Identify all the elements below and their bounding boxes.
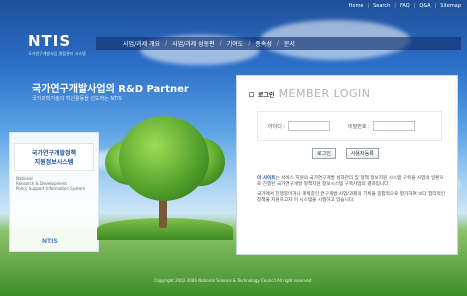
mini-logo: NTIS — [42, 238, 58, 245]
system-desc-line3: Policy Support Information System — [16, 186, 86, 191]
site-logo[interactable]: NTIS 국가연구개발사업 종합관리 시스템 — [28, 32, 94, 60]
copyright-footer: Copyright 2002-2006 National Science & T… — [154, 278, 313, 283]
tree-illustration — [97, 110, 233, 240]
logo-text: NTIS — [28, 32, 72, 50]
main-nav: 사업/과제 개요 / 사업/과제 성동편 / 기여도 / 종속성 / 문서 — [96, 37, 461, 50]
description-highlight: 이 사이트 — [257, 176, 276, 181]
login-form: 아이디 : 비밀번호 : — [257, 111, 442, 141]
sitemap-link[interactable]: Sitemap — [440, 3, 461, 9]
login-button[interactable]: 로그인 — [312, 148, 336, 159]
nav-item-performance[interactable]: 사업/과제 성동편 — [167, 39, 220, 48]
tree-canopy — [119, 116, 209, 201]
bullet-icon — [249, 92, 254, 97]
separator: | — [413, 3, 416, 9]
description-para2: 국가에서 진행중이거나 계획중인 연구개발 사업/과제의 기획을 종합적으로 평… — [257, 191, 445, 204]
system-title-line1: 국가연구개발정책 — [31, 150, 77, 157]
separator: | — [434, 3, 437, 9]
page-root: Home | Search | FAQ | Q&A | Sitemap NTIS… — [0, 0, 467, 296]
system-title-line2: 지원정보시스템 — [34, 159, 74, 166]
separator: | — [367, 3, 370, 9]
login-header: 로그인 MEMBER LOGIN — [249, 87, 371, 100]
faq-link[interactable]: FAQ — [400, 3, 410, 9]
system-title-area: 국가연구개발정책 지원정보시스템 — [14, 143, 94, 171]
separator: | — [394, 3, 396, 9]
password-label: 비밀번호 : — [348, 123, 370, 130]
nav-item-documents[interactable]: 문서 — [279, 39, 300, 48]
logo-subtitle: 국가연구개발사업 종합관리 시스템 — [28, 51, 86, 56]
nav-item-overview[interactable]: 사업/과제 개요 — [118, 39, 165, 48]
login-panel: 로그인 MEMBER LOGIN 아이디 : 비밀번호 : 로그인 사용자등록 … — [236, 75, 458, 255]
id-input[interactable] — [288, 121, 331, 131]
login-buttons: 로그인 사용자등록 — [312, 148, 379, 159]
login-title-ko: 로그인 — [258, 92, 275, 99]
password-input[interactable] — [372, 121, 415, 131]
utility-links: Home | Search | FAQ | Q&A | Sitemap — [349, 3, 461, 9]
register-button[interactable]: 사용자등록 — [345, 148, 379, 159]
nav-item-contribution[interactable]: 기여도 — [222, 39, 249, 48]
id-label: 아이디 : — [268, 123, 286, 130]
description-text1: 는 서비스 지원의 국가연구개발 성과관리 및 정책 정보지원 시스템 구축을 … — [257, 176, 444, 188]
system-info-box: 국가연구개발정책 지원정보시스템 National Research & Dev… — [9, 132, 99, 252]
description-para1: 이 사이트는 서비스 지원의 국가연구개발 성과관리 및 정책 정보지원 시스템… — [257, 176, 447, 189]
home-link[interactable]: Home — [349, 3, 364, 9]
site-description: 이 사이트는 서비스 지원의 국가연구개발 성과관리 및 정책 정보지원 시스템… — [257, 176, 447, 208]
page-subheading: 국가과학기술의 혁신활동을 선도하는 NTIS — [32, 96, 122, 102]
page-heading: 국가연구개발사업의 R&D Partner — [32, 84, 189, 95]
login-title-en: MEMBER LOGIN — [278, 87, 371, 100]
search-link[interactable]: Search — [373, 3, 390, 9]
nav-item-dependency[interactable]: 종속성 — [250, 39, 277, 48]
qna-link[interactable]: Q&A — [419, 3, 430, 9]
